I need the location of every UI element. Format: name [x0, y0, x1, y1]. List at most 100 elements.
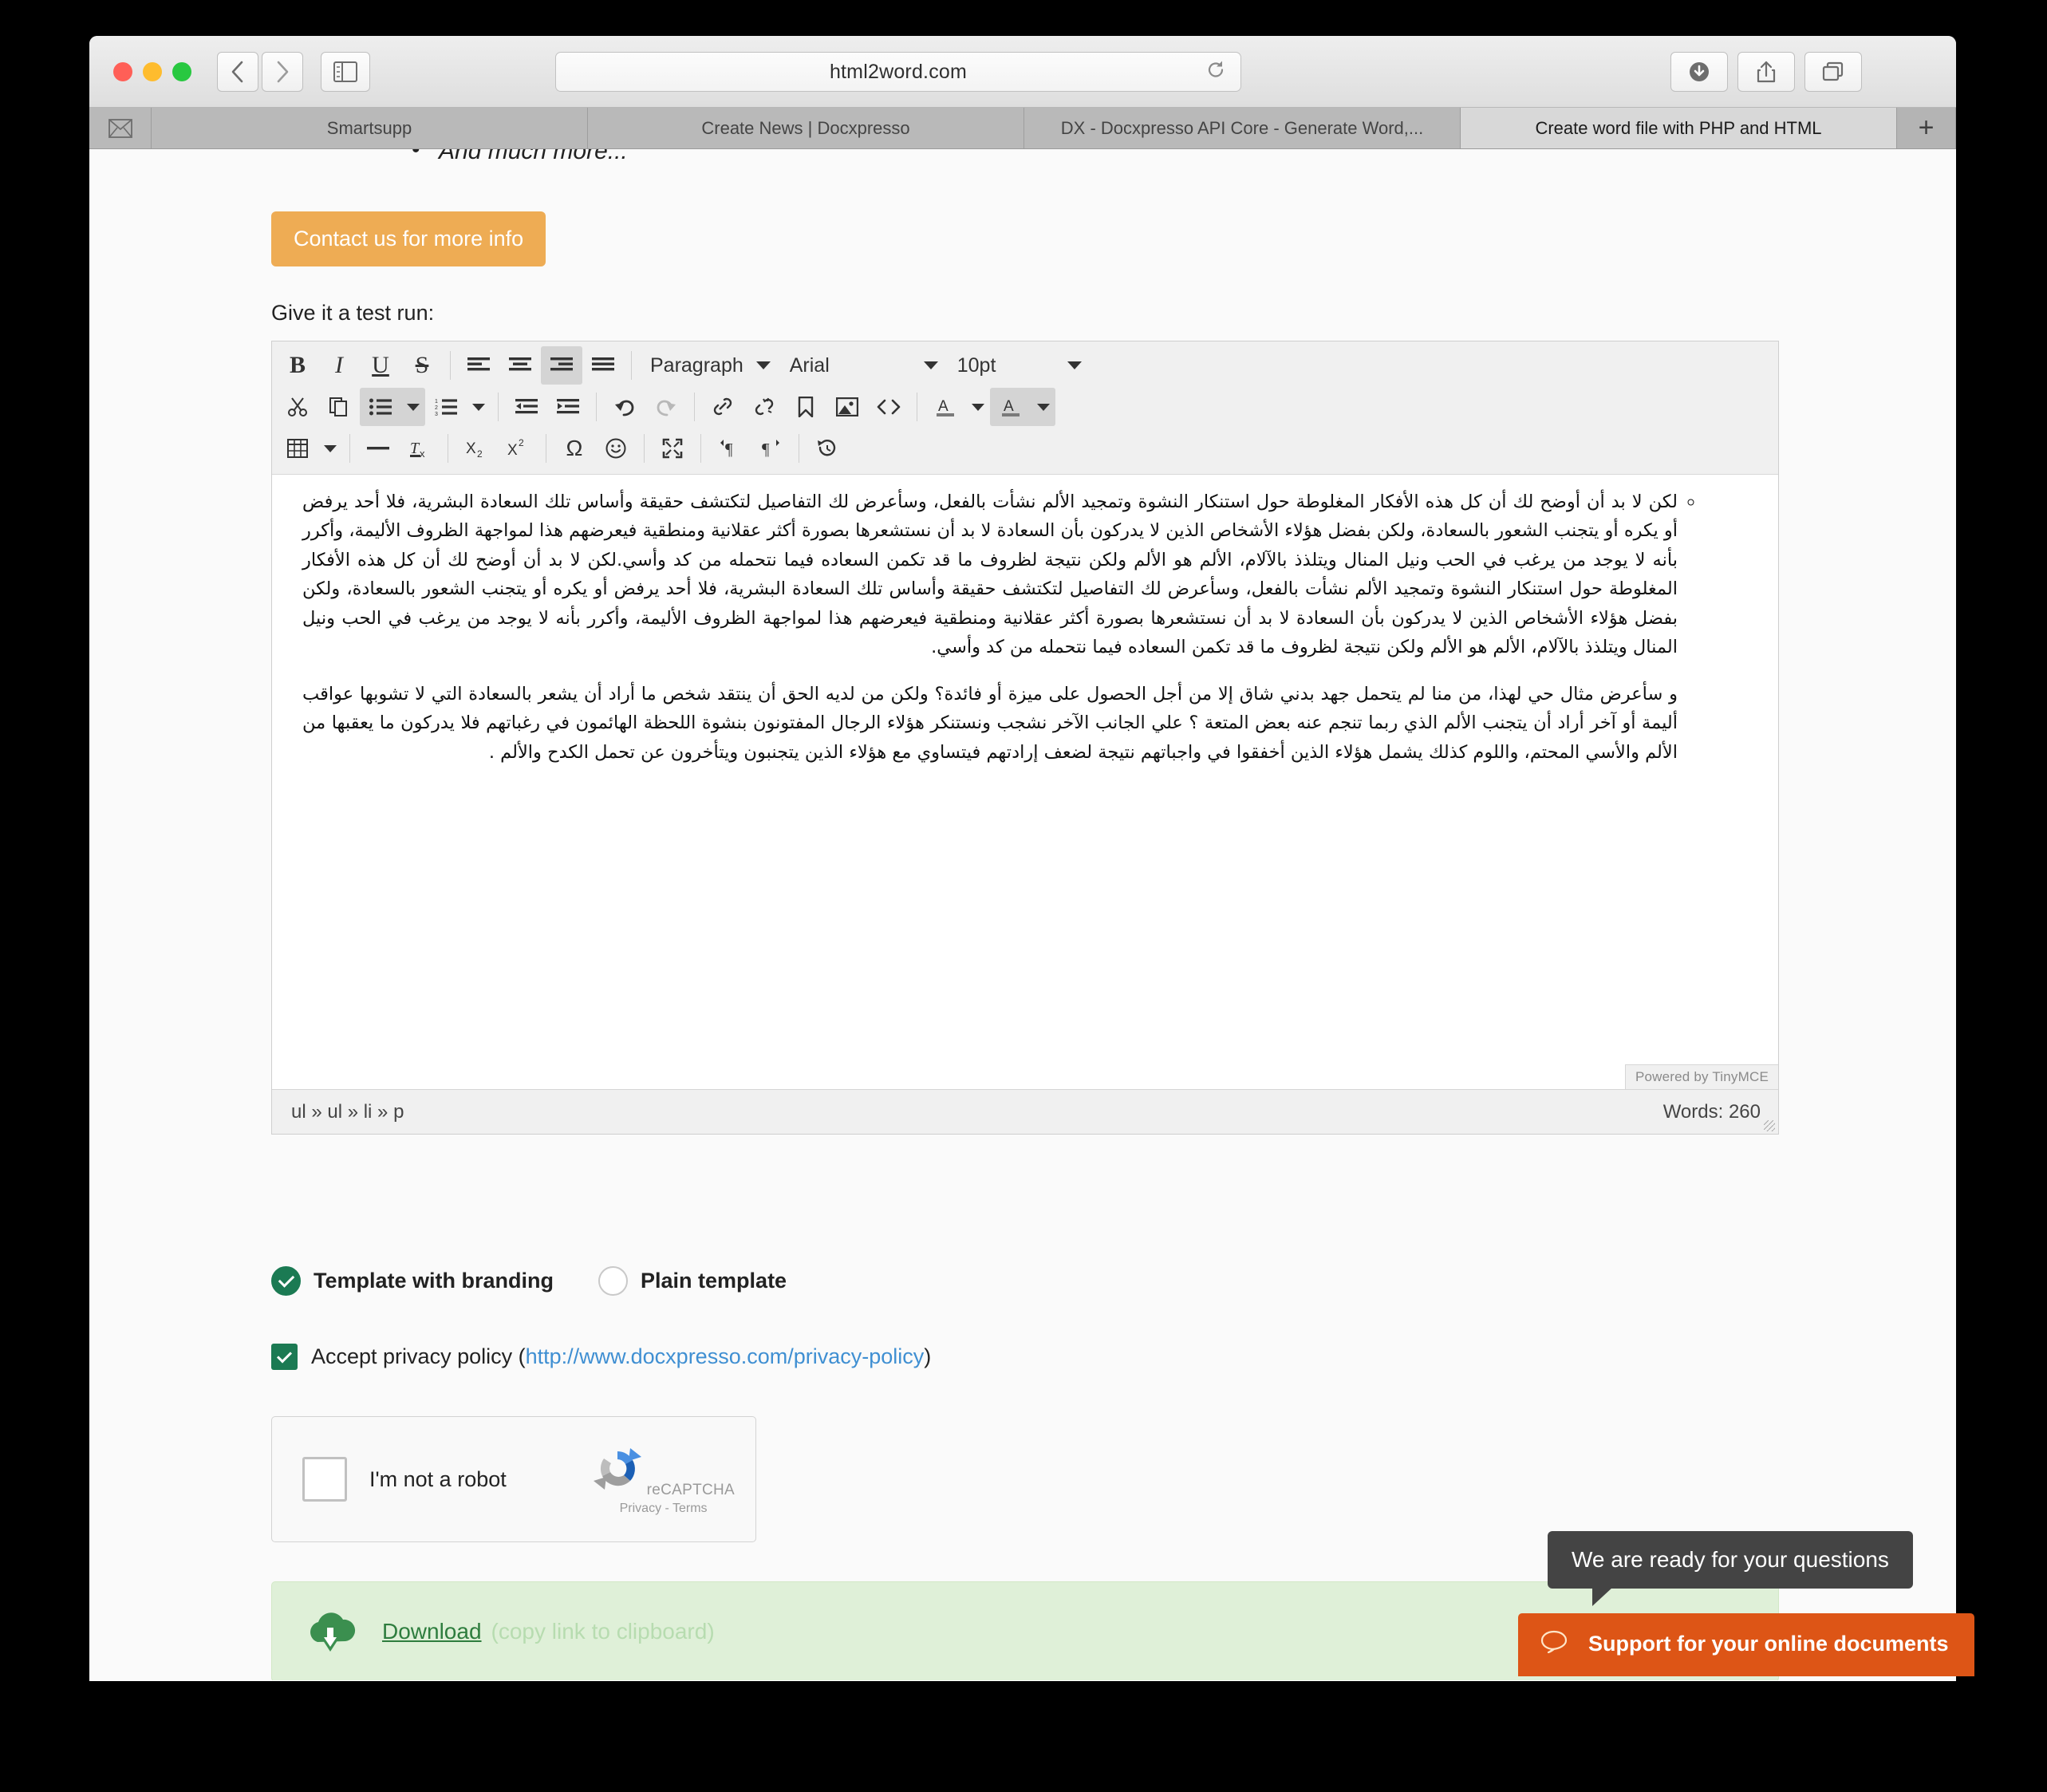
cut-icon[interactable] [277, 388, 318, 426]
new-tab-button[interactable]: + [1897, 108, 1956, 148]
emoticon-icon[interactable] [595, 429, 637, 468]
numbered-list-chevron-down-icon[interactable] [467, 388, 491, 426]
toolbar-right-buttons [1670, 52, 1862, 92]
maximize-window-button[interactable] [172, 62, 191, 81]
strikethrough-icon[interactable]: S [401, 346, 443, 385]
editor-element-path[interactable]: ul » ul » li » p [291, 1101, 404, 1123]
minimize-window-button[interactable] [143, 62, 162, 81]
align-right-icon[interactable] [541, 346, 582, 385]
bold-icon[interactable]: B [277, 346, 318, 385]
text-color-group: A [925, 388, 990, 426]
table-group [277, 429, 342, 468]
toolbar-separator [644, 434, 645, 463]
svg-text:2: 2 [477, 448, 483, 460]
chat-greeting-bubble[interactable]: We are ready for your questions [1548, 1531, 1913, 1606]
restore-draft-icon[interactable] [807, 429, 848, 468]
insert-image-icon[interactable] [826, 388, 868, 426]
align-justify-icon[interactable] [582, 346, 624, 385]
download-cloud-icon [304, 1607, 357, 1656]
align-center-icon[interactable] [499, 346, 541, 385]
font-family-select[interactable]: Arial [779, 346, 946, 385]
chat-greeting-text: We are ready for your questions [1572, 1547, 1889, 1572]
privacy-checkbox[interactable] [271, 1344, 298, 1370]
fullscreen-icon[interactable] [652, 429, 693, 468]
underline-icon[interactable]: U [360, 346, 401, 385]
ltr-icon[interactable]: ¶ [708, 429, 750, 468]
radio-template-with-branding[interactable]: Template with branding [271, 1266, 554, 1296]
tab-create-word-file[interactable]: Create word file with PHP and HTML [1461, 108, 1897, 148]
bullet-list-chevron-down-icon[interactable] [401, 388, 425, 426]
privacy-policy-link[interactable]: http://www.docxpresso.com/privacy-policy [526, 1344, 925, 1368]
toolbar-separator [694, 393, 695, 421]
tab-docxpresso-api[interactable]: DX - Docxpresso API Core - Generate Word… [1024, 108, 1461, 148]
recaptcha-branding: reCAPTCHA Privacy - Terms [592, 1443, 735, 1516]
bullet-list-group [360, 388, 425, 426]
toolbar-separator [631, 351, 632, 380]
contact-us-button[interactable]: Contact us for more info [271, 211, 546, 266]
tab-overview-icon[interactable] [1804, 52, 1862, 92]
download-link[interactable]: Download [382, 1619, 482, 1644]
block-format-select[interactable]: Paragraph [639, 346, 779, 385]
chevron-down-icon [755, 361, 771, 369]
redo-icon[interactable] [645, 388, 687, 426]
tab-create-news[interactable]: Create News | Docxpresso [588, 108, 1024, 148]
sidebar-toggle-icon[interactable] [321, 52, 370, 92]
svg-text:x: x [420, 448, 425, 460]
tab-smartsupp[interactable]: Smartsupp [152, 108, 588, 148]
toolbar-separator [450, 351, 451, 380]
indent-icon[interactable] [547, 388, 589, 426]
recaptcha-checkbox[interactable] [302, 1457, 347, 1502]
special-character-icon[interactable]: Ω [554, 429, 595, 468]
reload-icon[interactable] [1205, 60, 1226, 85]
font-size-select[interactable]: 10pt [946, 346, 1090, 385]
superscript-icon[interactable]: X2 [497, 429, 538, 468]
align-left-icon[interactable] [458, 346, 499, 385]
editor-document[interactable]: لكن لا بد أن أوضح لك أن كل هذه الأفكار ا… [272, 475, 1778, 767]
forward-button[interactable] [262, 52, 303, 92]
editor-resize-handle[interactable] [1764, 1120, 1775, 1131]
background-color-icon[interactable]: A [990, 388, 1031, 426]
copy-icon[interactable] [318, 388, 360, 426]
outdent-icon[interactable] [506, 388, 547, 426]
insert-link-icon[interactable] [702, 388, 743, 426]
clear-formatting-icon[interactable]: Tx [399, 429, 440, 468]
radio-label: Template with branding [314, 1269, 554, 1293]
recaptcha-brand-text: reCAPTCHA [646, 1481, 735, 1498]
recaptcha-widget: I'm not a robot reCAPTCHA Privacy - Term… [271, 1416, 756, 1542]
font-family-value: Arial [789, 353, 830, 377]
anchor-icon[interactable] [785, 388, 826, 426]
downloads-icon[interactable] [1670, 52, 1728, 92]
share-icon[interactable] [1737, 52, 1795, 92]
background-color-chevron-down-icon[interactable] [1031, 388, 1055, 426]
subscript-icon[interactable]: X2 [456, 429, 497, 468]
tab-label: Create word file with PHP and HTML [1535, 117, 1822, 138]
rtl-icon[interactable]: ¶ [750, 429, 791, 468]
chat-bubble-icon [1540, 1629, 1568, 1659]
bullet-list-icon[interactable] [360, 388, 401, 426]
recaptcha-label: I'm not a robot [369, 1466, 507, 1491]
toolbar-separator [596, 393, 597, 421]
svg-text:A: A [1004, 398, 1014, 415]
table-icon[interactable] [277, 429, 318, 468]
close-window-button[interactable] [113, 62, 132, 81]
numbered-list-icon[interactable]: 123 [425, 388, 467, 426]
address-bar[interactable]: html2word.com [555, 52, 1241, 92]
radio-plain-template[interactable]: Plain template [598, 1266, 787, 1296]
unlink-icon[interactable] [743, 388, 785, 426]
mail-icon[interactable] [89, 108, 152, 148]
recaptcha-logo-icon [592, 1447, 646, 1498]
recaptcha-terms-links[interactable]: Privacy - Terms [592, 1502, 735, 1516]
editor-content-area[interactable]: لكن لا بد أن أوضح لك أن كل هذه الأفكار ا… [272, 475, 1778, 1089]
copy-link-hint[interactable]: (copy link to clipboard) [491, 1619, 715, 1644]
text-color-chevron-down-icon[interactable] [966, 388, 990, 426]
table-chevron-down-icon[interactable] [318, 429, 342, 468]
source-code-icon[interactable] [868, 388, 909, 426]
undo-icon[interactable] [604, 388, 645, 426]
italic-icon[interactable]: I [318, 346, 360, 385]
tab-bar: Smartsupp Create News | Docxpresso DX - … [89, 108, 1956, 149]
text-color-icon[interactable]: A [925, 388, 966, 426]
back-button[interactable] [217, 52, 258, 92]
horizontal-rule-icon[interactable] [357, 429, 399, 468]
chat-support-bar[interactable]: Support for your online documents [1518, 1613, 1974, 1676]
editor-list-item: لكن لا بد أن أوضح لك أن كل هذه الأفكار ا… [302, 487, 1678, 767]
